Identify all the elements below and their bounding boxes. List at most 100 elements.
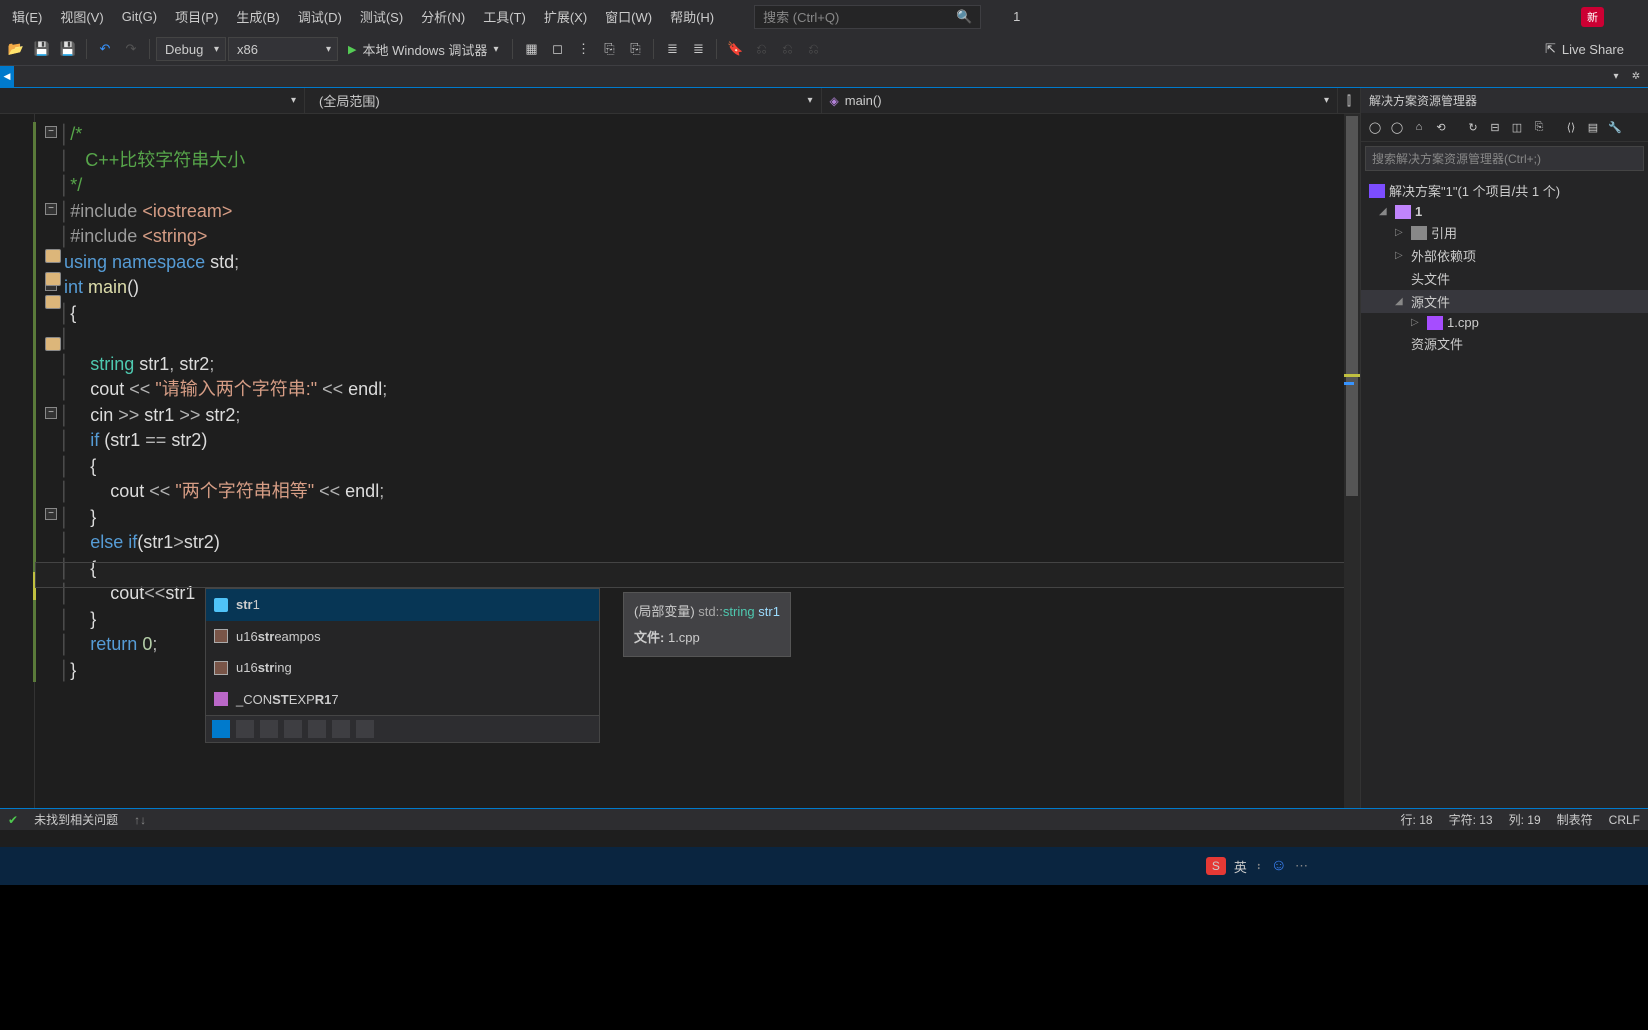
tree-project[interactable]: ◢ 1 bbox=[1361, 202, 1648, 221]
status-eol[interactable]: CRLF bbox=[1609, 813, 1640, 827]
fold-toggle[interactable]: − bbox=[45, 407, 57, 419]
intellisense-item[interactable]: u16string bbox=[206, 652, 599, 684]
menu-test[interactable]: 测试(S) bbox=[352, 3, 411, 30]
intellisense-item[interactable]: u16streampos bbox=[206, 621, 599, 653]
tool-btn-2[interactable]: ◻ bbox=[545, 37, 569, 61]
menu-help[interactable]: 帮助(H) bbox=[662, 3, 722, 30]
redo-button[interactable]: ↷ bbox=[119, 37, 143, 61]
status-issues[interactable]: 未找到相关问题 bbox=[34, 811, 118, 828]
tool-btn-5[interactable]: ⎘ bbox=[623, 37, 647, 61]
tree-resources[interactable]: 资源文件 bbox=[1361, 332, 1648, 355]
tool-btn-3[interactable]: ⋮ bbox=[571, 37, 595, 61]
menu-debug[interactable]: 调试(D) bbox=[290, 3, 350, 30]
folder-icon bbox=[45, 337, 61, 351]
expand-icon[interactable]: ▷ bbox=[1411, 317, 1423, 328]
tree-solution[interactable]: 解决方案"1"(1 个项目/共 1 个) bbox=[1361, 179, 1648, 202]
cpp-file-icon bbox=[1427, 316, 1443, 330]
menu-view[interactable]: 视图(V) bbox=[52, 3, 111, 30]
collapse-button[interactable]: ⊟ bbox=[1485, 117, 1505, 137]
expand-icon[interactable]: ◢ bbox=[1379, 206, 1391, 217]
live-share-icon: ⇱ bbox=[1545, 41, 1556, 57]
references-icon bbox=[1411, 226, 1427, 240]
save-all-button[interactable]: 💾 bbox=[56, 37, 80, 61]
status-line[interactable]: 行: 18 bbox=[1401, 811, 1433, 828]
live-share-button[interactable]: ⇱ Live Share bbox=[1545, 41, 1624, 57]
tool-btn-9[interactable]: ⎌ bbox=[775, 37, 799, 61]
menu-extensions[interactable]: 扩展(X) bbox=[536, 3, 595, 30]
expand-icon[interactable]: ▷ bbox=[1395, 227, 1407, 238]
config-dropdown[interactable]: Debug bbox=[156, 37, 226, 61]
indent-button[interactable]: ≣ bbox=[660, 37, 684, 61]
tree-references[interactable]: ▷ 引用 bbox=[1361, 221, 1648, 244]
intellisense-item[interactable]: _CONSTEXPR17 bbox=[206, 684, 599, 716]
outdent-button[interactable]: ≣ bbox=[686, 37, 710, 61]
split-button[interactable]: ⫿ bbox=[1338, 88, 1360, 113]
tree-external-deps[interactable]: ▷ 外部依赖项 bbox=[1361, 244, 1648, 267]
nav-scope[interactable]: (全局范围) bbox=[305, 88, 822, 113]
platform-dropdown[interactable]: x86 bbox=[228, 37, 338, 61]
menu-edit[interactable]: 辑(E) bbox=[4, 3, 50, 30]
view-code-button[interactable]: ⟨⟩ bbox=[1561, 117, 1581, 137]
tool-btn-4[interactable]: ⎘ bbox=[597, 37, 621, 61]
properties-button[interactable]: ⎘ bbox=[1529, 117, 1549, 137]
show-all-button[interactable]: ◫ bbox=[1507, 117, 1527, 137]
sync-button[interactable]: ⟲ bbox=[1431, 117, 1451, 137]
home-tab[interactable]: ◀ bbox=[0, 66, 14, 87]
filter-method[interactable] bbox=[284, 720, 302, 738]
filter-all[interactable] bbox=[212, 720, 230, 738]
tool-btn-8[interactable]: ⎌ bbox=[749, 37, 773, 61]
tool-btn-10[interactable]: ⎌ bbox=[801, 37, 825, 61]
function-icon: ◈ bbox=[830, 94, 839, 108]
refresh-button[interactable]: ↻ bbox=[1463, 117, 1483, 137]
tool-btn-1[interactable]: ▦ bbox=[519, 37, 543, 61]
fold-toggle[interactable]: − bbox=[45, 508, 57, 520]
filter-namespace[interactable] bbox=[332, 720, 350, 738]
fold-toggle[interactable]: − bbox=[45, 126, 57, 138]
menu-git[interactable]: Git(G) bbox=[114, 5, 165, 28]
status-col[interactable]: 列: 19 bbox=[1509, 811, 1541, 828]
menu-tools[interactable]: 工具(T) bbox=[475, 3, 534, 30]
expand-icon[interactable]: ▷ bbox=[1395, 250, 1407, 261]
forward-button[interactable]: ◯ bbox=[1387, 117, 1407, 137]
preview-button[interactable]: ▤ bbox=[1583, 117, 1603, 137]
fold-toggle[interactable]: − bbox=[45, 203, 57, 215]
run-button[interactable]: ▶ 本地 Windows 调试器 ▾ bbox=[340, 37, 506, 61]
intellisense-popup: str1 u16streampos u16string _CONSTEXPR17 bbox=[205, 588, 600, 743]
menu-analyze[interactable]: 分析(N) bbox=[413, 3, 473, 30]
status-tabs[interactable]: 制表符 bbox=[1557, 811, 1593, 828]
menu-project[interactable]: 项目(P) bbox=[167, 3, 226, 30]
emoji-icon[interactable]: ☺ bbox=[1271, 857, 1287, 875]
solution-search[interactable]: 搜索解决方案资源管理器(Ctrl+;) bbox=[1365, 146, 1644, 171]
expand-icon[interactable]: ◢ bbox=[1395, 296, 1407, 307]
menu-build[interactable]: 生成(B) bbox=[228, 3, 287, 30]
filter-macro[interactable] bbox=[308, 720, 326, 738]
ime-language[interactable]: 英 bbox=[1234, 857, 1247, 876]
open-file-button[interactable]: 📂 bbox=[4, 37, 28, 61]
code-editor[interactable]: − − − − − │/* │ C++比较字符串大小 │*/ │#include… bbox=[0, 114, 1360, 808]
ime-badge[interactable]: S bbox=[1206, 857, 1226, 875]
filter-var[interactable] bbox=[236, 720, 254, 738]
tree-file-cpp[interactable]: ▷ 1.cpp bbox=[1361, 313, 1648, 332]
scroll-thumb[interactable] bbox=[1346, 116, 1358, 496]
tree-sources[interactable]: ◢ 源文件 bbox=[1361, 290, 1648, 313]
separator bbox=[149, 39, 150, 59]
scrollbar-vertical[interactable] bbox=[1344, 114, 1360, 808]
nav-function[interactable]: ◈ main() bbox=[822, 88, 1339, 113]
nav-project[interactable] bbox=[0, 88, 305, 113]
new-badge[interactable]: 新 bbox=[1581, 7, 1604, 27]
tab-dropdown-icon[interactable]: ▾ bbox=[1608, 69, 1624, 85]
home-button[interactable]: ⌂ bbox=[1409, 117, 1429, 137]
intellisense-item[interactable]: str1 bbox=[206, 589, 599, 621]
back-button[interactable]: ◯ bbox=[1365, 117, 1385, 137]
tree-headers[interactable]: 头文件 bbox=[1361, 267, 1648, 290]
wrench-icon[interactable]: 🔧 bbox=[1605, 117, 1625, 137]
status-char[interactable]: 字符: 13 bbox=[1449, 811, 1493, 828]
menu-window[interactable]: 窗口(W) bbox=[597, 3, 660, 30]
filter-enum[interactable] bbox=[356, 720, 374, 738]
search-input[interactable]: 搜索 (Ctrl+Q) 🔍 bbox=[754, 5, 981, 29]
gear-icon[interactable]: ✲ bbox=[1628, 69, 1644, 85]
undo-button[interactable]: ↶ bbox=[93, 37, 117, 61]
filter-type[interactable] bbox=[260, 720, 278, 738]
bookmark-button[interactable]: 🔖 bbox=[723, 37, 747, 61]
save-button[interactable]: 💾 bbox=[30, 37, 54, 61]
